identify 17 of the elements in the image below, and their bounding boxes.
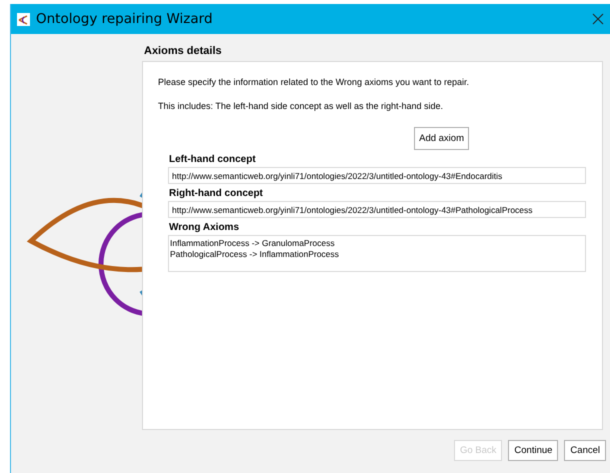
app-icon xyxy=(17,12,30,26)
add-axiom-button[interactable]: Add axiom xyxy=(414,127,469,150)
note-text: This includes: The left-hand side concept as well as the right-hand side. xyxy=(158,101,444,111)
field-label: Right-hand concept xyxy=(169,188,264,199)
instruction-text: Please specify the information related to the Wrong axioms you want to repair. xyxy=(158,77,470,87)
close-icon[interactable] xyxy=(592,13,604,25)
dialog-button[interactable]: Cancel xyxy=(564,440,606,461)
axiom-line: PathologicalProcess -> InflammationProcess xyxy=(170,249,340,260)
field-label: Wrong Axioms xyxy=(169,222,240,233)
axioms-field[interactable]: InflammationProcess -> GranulomaProcess PathologicalProcess -> InflammationProcess xyxy=(168,235,586,272)
concept-field[interactable]: http://www.semanticweb.org/yinli71/ontologies/2022/3/untitled-ontology-43#PathologicalProcess xyxy=(168,201,586,218)
dialog-button[interactable]: Continue xyxy=(508,440,558,461)
field-label: Left-hand concept xyxy=(169,154,257,165)
concept-field[interactable]: http://www.semanticweb.org/yinli71/ontologies/2022/3/untitled-ontology-43#Endocarditis xyxy=(168,167,586,184)
axiom-line: InflammationProcess -> GranulomaProcess xyxy=(170,238,336,249)
section-heading: Axioms details xyxy=(144,45,223,59)
window-title: Ontology repairing Wizard xyxy=(36,11,214,27)
